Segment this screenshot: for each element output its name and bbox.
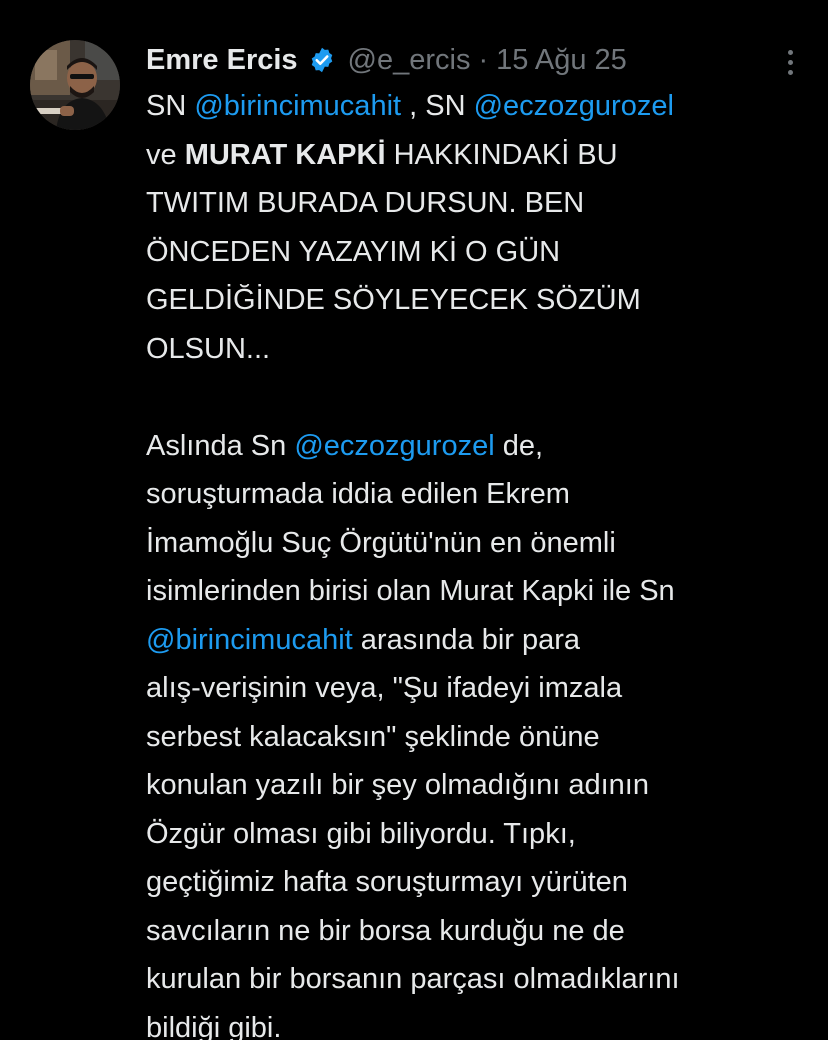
bold-text: MURAT KAPKİ [184, 138, 386, 171]
tweet: Emre Ercis @e_ercis · 15 Ağu 25 SN @biri… [0, 0, 828, 1040]
author-name[interactable]: Emre Ercis [146, 44, 298, 77]
text-segment: Aslında Sn [146, 429, 295, 462]
text-line: konulan yazılı bir şey olmadığını adının [146, 769, 649, 801]
text-line: isimlerinden birisi olan Murat Kapki ile… [146, 575, 675, 607]
text-line: Özgür olması gibi biliyordu. Tıpkı, [146, 817, 576, 850]
text-segment: , SN [401, 90, 474, 122]
text-line: kurulan bir borsanın parçası olmadıkları… [146, 963, 680, 995]
text-line: serbest kalacaksın" şeklinde önüne [146, 720, 600, 753]
more-options-icon[interactable] [778, 42, 802, 82]
text-segment: SN [146, 90, 195, 122]
text-segment: de, [494, 429, 544, 462]
text-line: İmamoğlu Suç Örgütü'nün en önemli [146, 526, 616, 559]
verified-badge-icon [308, 46, 336, 74]
text-segment: ve [146, 138, 185, 171]
text-line: bildiği gibi. [146, 1011, 282, 1040]
text-segment: HAKKINDAKİ BU [385, 138, 618, 171]
tweet-text: SN @birincimucahit , SN @eczozgurozel ve… [146, 82, 816, 1040]
mention-link[interactable]: @birincimucahit [146, 624, 353, 656]
mention-link[interactable]: @birincimucahit [194, 90, 401, 122]
text-line: @birincimucahit arasında bir para [146, 616, 816, 665]
mention-link[interactable]: @eczozgurozel [294, 430, 494, 462]
tweet-date[interactable]: 15 Ağu 25 [496, 44, 627, 77]
text-line: ve MURAT KAPKİ HAKKINDAKİ BU [146, 131, 816, 180]
text-line: alış-verişinin veya, "Şu ifadeyi imzala [146, 672, 623, 704]
text-segment: arasında bir para [352, 623, 581, 656]
text-line: soruşturmada iddia edilen Ekrem [146, 478, 570, 510]
text-line: TWITIM BURADA DURSUN. BEN [146, 187, 585, 219]
tweet-header: Emre Ercis @e_ercis · 15 Ağu 25 [146, 38, 627, 82]
mention-link[interactable]: @eczozgurozel [474, 90, 674, 122]
text-line: Aslında Sn @eczozgurozel de, [146, 422, 816, 471]
text-line: savcıların ne bir borsa kurduğu ne de [146, 914, 625, 947]
avatar[interactable] [30, 40, 120, 130]
author-handle[interactable]: @e_ercis [348, 44, 471, 77]
text-line: OLSUN... [146, 332, 271, 365]
text-line: ÖNCEDEN YAZAYIM Kİ O GÜN [146, 235, 561, 268]
header-separator: · [478, 43, 489, 76]
text-line: geçtiğimiz hafta soruşturmayı yürüten [146, 866, 628, 898]
avatar-photo [30, 40, 120, 130]
text-line: SN @birincimucahit , SN @eczozgurozel [146, 82, 816, 131]
text-line: GELDİĞİNDE SÖYLEYECEK SÖZÜM [146, 284, 641, 316]
